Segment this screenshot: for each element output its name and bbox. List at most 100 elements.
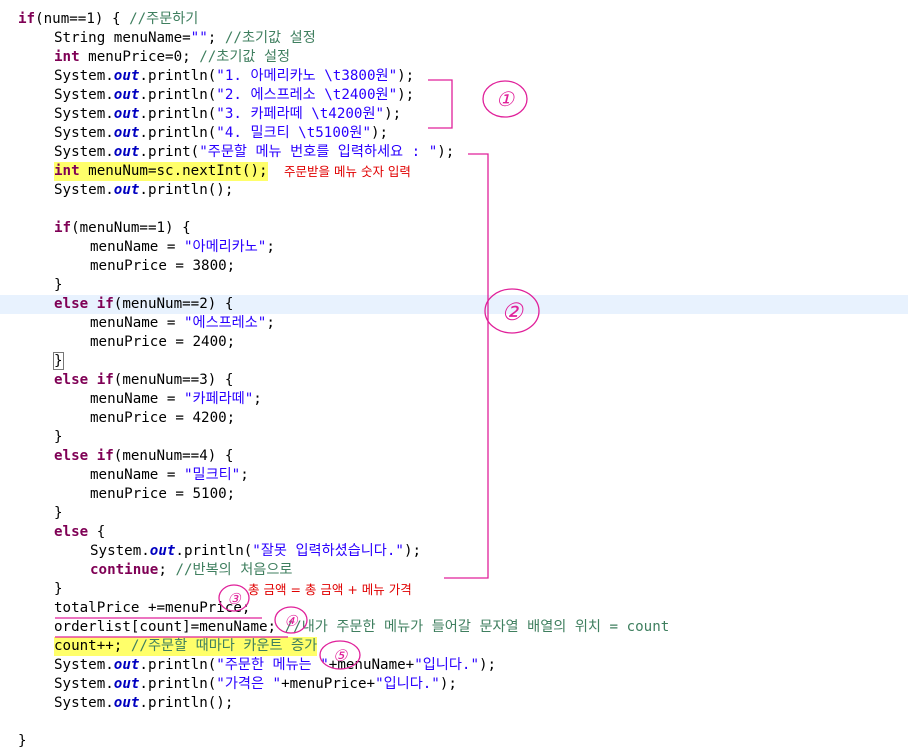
code-token: ); <box>437 144 455 160</box>
code-token: ); <box>397 87 415 103</box>
code-token: menuPrice = 3800; <box>90 258 236 274</box>
code-token: menuName = <box>90 315 184 331</box>
code-line-content: System.out.println("가격은 "+menuPrice+"입니다… <box>54 675 457 694</box>
code-line-content: System.out.println(); <box>54 694 233 713</box>
code-line-content: int menuPrice=0; //초기값 설정 <box>54 48 290 67</box>
code-token: "3. 카페라떼 \t4200원" <box>216 106 385 122</box>
code-token: .println( <box>139 68 217 84</box>
code-token: else if <box>54 296 114 312</box>
code-token: System. <box>90 543 150 559</box>
code-token: } <box>53 352 64 370</box>
code-token: ); <box>397 68 415 84</box>
code-token: //주문하기 <box>129 11 199 27</box>
code-token: .println(); <box>139 182 234 198</box>
code-token: +menuPrice+ <box>281 676 376 692</box>
code-line-content: else if(menuNum==2) { <box>54 295 233 314</box>
code-token: ); <box>371 125 389 141</box>
code-token: "잘못 입력하셨습니다." <box>252 543 404 559</box>
code-token: ; <box>266 315 275 331</box>
code-line-content: System.out.println("2. 에스프레소 \t2400원"); <box>54 86 414 105</box>
code-token: (menuNum==4) { <box>113 448 234 464</box>
code-token: if <box>18 11 36 27</box>
code-line-content: menuPrice = 2400; <box>90 333 235 352</box>
code-token: "1. 아메리카노 \t3800원" <box>216 68 398 84</box>
code-token: "2. 에스프레소 \t2400원" <box>216 87 398 103</box>
code-token: System. <box>54 106 114 122</box>
code-line-content: if(menuNum==1) { <box>54 219 191 238</box>
handwritten-note: 주문받을 메뉴 숫자 입력 <box>284 164 411 179</box>
code-line[interactable]: else if(menuNum==2) { <box>0 295 908 314</box>
code-token: menuName = <box>90 391 184 407</box>
code-token: "입니다." <box>414 657 479 673</box>
code-line-content: } <box>54 580 63 599</box>
code-token: "주문한 메뉴는 " <box>216 657 329 673</box>
code-token: .println( <box>139 87 217 103</box>
code-token: menuPrice = 4200; <box>90 410 236 426</box>
code-line-content: menuPrice = 4200; <box>90 409 235 428</box>
code-token: out <box>149 543 176 559</box>
code-token: String menuName= <box>54 30 191 46</box>
code-line-content: System.out.println("주문한 메뉴는 "+menuName+"… <box>54 656 496 675</box>
code-line-content: } <box>53 352 64 371</box>
code-token: ; <box>266 239 275 255</box>
code-token: (menuNum==2) { <box>113 296 234 312</box>
code-token: } <box>54 429 63 445</box>
code-line-content: } <box>54 504 63 523</box>
code-token: .println( <box>139 125 217 141</box>
code-token: int <box>54 163 80 179</box>
code-token: "주문할 메뉴 번호를 입력하세요 : " <box>199 144 438 160</box>
code-editor[interactable]: if(num==1) { //주문하기 String menuName=""; /… <box>0 0 908 755</box>
code-token: menuPrice = 5100; <box>90 486 236 502</box>
code-token: //초기값 설정 <box>224 30 316 46</box>
code-token: System. <box>54 125 114 141</box>
code-line-content: menuName = "에스프레소"; <box>90 314 275 333</box>
code-token: out <box>113 657 140 673</box>
code-line-content: } <box>54 428 63 447</box>
code-token: menuPrice = 2400; <box>90 334 236 350</box>
code-line-content: System.out.print("주문할 메뉴 번호를 입력하세요 : "); <box>54 143 454 162</box>
code-token: out <box>113 182 140 198</box>
code-token: //반복의 처음으로 <box>175 562 293 578</box>
code-line-content: System.out.println("1. 아메리카노 \t3800원"); <box>54 67 414 86</box>
code-line-content: if(num==1) { //주문하기 <box>18 10 198 29</box>
code-line-content: continue; //반복의 처음으로 <box>90 561 292 580</box>
code-line-content: System.out.println("3. 카페라떼 \t4200원"); <box>54 105 401 124</box>
code-token: totalPrice +=menuPrice; <box>54 600 251 616</box>
code-token: if <box>54 220 72 236</box>
code-token: ; <box>207 30 225 46</box>
code-token: } <box>18 733 27 749</box>
code-token: ); <box>403 543 422 559</box>
code-token: "" <box>190 30 208 46</box>
code-token: ; <box>158 562 176 578</box>
code-line-content: } <box>54 276 63 295</box>
code-token: ); <box>439 676 457 692</box>
code-line-content: else if(menuNum==3) { <box>54 371 233 390</box>
code-token: menuPrice=0; <box>79 49 200 65</box>
code-line-content: menuPrice = 3800; <box>90 257 235 276</box>
code-token: System. <box>54 657 114 673</box>
code-token: System. <box>54 182 114 198</box>
code-token: "밀크티" <box>183 467 241 483</box>
code-token: else if <box>54 372 114 388</box>
code-token: System. <box>54 87 114 103</box>
code-token: "가격은 " <box>216 676 282 692</box>
code-token: ); <box>384 106 402 122</box>
code-token: { <box>88 524 106 540</box>
code-line-content: menuName = "밀크티"; <box>90 466 249 485</box>
code-token: out <box>113 695 140 711</box>
code-token: //주문할 때마다 카운트 증가 <box>130 638 318 654</box>
code-line-content: System.out.println(); <box>54 181 233 200</box>
code-token: .println( <box>139 657 217 673</box>
code-token: out <box>113 125 140 141</box>
code-token: menuNum=sc.nextInt(); <box>79 163 268 179</box>
code-token: .println( <box>139 676 217 692</box>
code-line-content: count++; //주문할 때마다 카운트 증가 <box>54 637 318 656</box>
code-token: out <box>113 68 140 84</box>
code-token: out <box>113 87 140 103</box>
code-line-content: menuName = "카페라떼"; <box>90 390 262 409</box>
code-line-content: menuPrice = 5100; <box>90 485 235 504</box>
code-token: ; <box>240 467 249 483</box>
code-line-content: System.out.println("4. 밀크티 \t5100원"); <box>54 124 388 143</box>
code-token: .print( <box>139 144 200 160</box>
code-token: else <box>54 524 89 540</box>
